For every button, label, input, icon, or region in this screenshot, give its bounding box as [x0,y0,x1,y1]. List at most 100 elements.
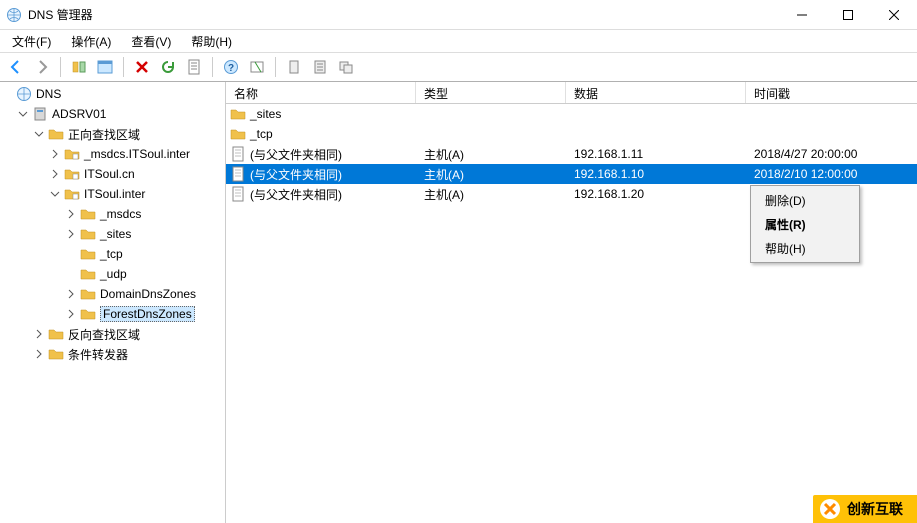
menu-view[interactable]: 查看(V) [123,31,179,52]
tool-button-4[interactable] [334,55,358,79]
svg-text:?: ? [228,63,234,74]
folder-icon [80,226,96,242]
folder-icon [48,346,64,362]
tree-server[interactable]: ADSRV01 [0,104,225,124]
cell-name: (与父文件夹相同) [226,166,416,183]
cell-name-text: (与父文件夹相同) [250,166,342,183]
tree-reverse-zone[interactable]: 反向查找区域 [0,324,225,344]
folder-icon [64,166,80,182]
column-name[interactable]: 名称 [226,82,416,103]
menu-action[interactable]: 操作(A) [63,31,119,52]
expander-closed-icon[interactable] [64,307,78,321]
tree-label: _udp [100,267,127,281]
tree-forward-zone[interactable]: 正向查找区域 [0,124,225,144]
window-title: DNS 管理器 [28,6,779,23]
cell-name-text: (与父文件夹相同) [250,186,342,203]
tree-label: ADSRV01 [52,107,106,121]
cell-name: _sites [226,106,416,122]
list-row[interactable]: (与父文件夹相同)主机(A)192.168.1.112018/4/27 20:0… [226,144,917,164]
menu-help[interactable]: 帮助(H) [183,31,240,52]
expander-closed-icon[interactable] [32,347,46,361]
list-header: 名称 类型 数据 时间戳 [226,82,917,104]
expander-closed-icon[interactable] [48,167,62,181]
cell-data: 192.168.1.10 [566,167,746,181]
server-icon [32,106,48,122]
folder-icon [230,126,246,142]
column-data[interactable]: 数据 [566,82,746,103]
maximize-button[interactable] [825,0,871,30]
folder-icon [80,266,96,282]
expander-open-icon[interactable] [16,107,30,121]
cell-name: _tcp [226,126,416,142]
folder-icon [80,286,96,302]
back-button[interactable] [4,55,28,79]
expander-closed-icon[interactable] [64,207,78,221]
folder-icon [230,106,246,122]
tree-conditional-forwarders[interactable]: 条件转发器 [0,344,225,364]
tree-subfolder-selected[interactable]: ForestDnsZones [0,304,225,324]
show-hide-button[interactable] [67,55,91,79]
tool-button-2[interactable] [282,55,306,79]
expander-open-icon[interactable] [32,127,46,141]
properties-button[interactable] [182,55,206,79]
main-area: DNS ADSRV01 [0,82,917,523]
app-icon [6,7,22,23]
context-menu: 删除(D) 属性(R) 帮助(H) [750,185,860,263]
column-type[interactable]: 类型 [416,82,566,103]
tree-subfolder[interactable]: _udp [0,264,225,284]
tree-label: ForestDnsZones [100,306,195,322]
close-button[interactable] [871,0,917,30]
cell-data: 192.168.1.11 [566,147,746,161]
folder-icon [48,326,64,342]
cell-name-text: _sites [250,107,281,121]
context-help[interactable]: 帮助(H) [753,236,857,260]
list-row[interactable]: (与父文件夹相同)主机(A)192.168.1.102018/2/10 12:0… [226,164,917,184]
console-tree-button[interactable] [93,55,117,79]
toolbar-separator [275,57,276,77]
tree-label: 反向查找区域 [68,326,140,343]
cell-type: 主机(A) [416,186,566,203]
tree-subfolder[interactable]: _sites [0,224,225,244]
folder-icon [48,126,64,142]
context-properties[interactable]: 属性(R) [753,212,857,236]
folder-icon [80,206,96,222]
cell-timestamp: 2018/4/27 20:00:00 [746,147,917,161]
tree-zone-item[interactable]: ITSoul.cn [0,164,225,184]
tool-button-3[interactable] [308,55,332,79]
context-delete[interactable]: 删除(D) [753,188,857,212]
tree-label: 条件转发器 [68,346,128,363]
list-row[interactable]: _tcp [226,124,917,144]
tree-zone-item[interactable]: ITSoul.inter [0,184,225,204]
tree-subfolder[interactable]: _tcp [0,244,225,264]
expander-open-icon[interactable] [48,187,62,201]
dns-icon [16,86,32,102]
file-icon [230,146,246,162]
tree-pane[interactable]: DNS ADSRV01 [0,82,226,523]
titlebar: DNS 管理器 [0,0,917,30]
expander-closed-icon[interactable] [48,147,62,161]
column-timestamp[interactable]: 时间戳 [746,82,917,103]
expander-closed-icon[interactable] [64,227,78,241]
tool-button-1[interactable] [245,55,269,79]
tree-subfolder[interactable]: DomainDnsZones [0,284,225,304]
tree-label: DNS [36,87,61,101]
refresh-button[interactable] [156,55,180,79]
tree-root-dns[interactable]: DNS [0,84,225,104]
list-pane: 名称 类型 数据 时间戳 _sites_tcp(与父文件夹相同)主机(A)192… [226,82,917,523]
tree-label: DomainDnsZones [100,287,196,301]
tree-zone-item[interactable]: _msdcs.ITSoul.inter [0,144,225,164]
forward-button[interactable] [30,55,54,79]
cell-name: (与父文件夹相同) [226,146,416,163]
tree-subfolder[interactable]: _msdcs [0,204,225,224]
list-row[interactable]: _sites [226,104,917,124]
cell-timestamp: 2018/2/10 12:00:00 [746,167,917,181]
toolbar: ? [0,52,917,82]
watermark: 创新互联 [813,495,917,523]
menu-file[interactable]: 文件(F) [4,31,59,52]
help-button[interactable]: ? [219,55,243,79]
minimize-button[interactable] [779,0,825,30]
delete-button[interactable] [130,55,154,79]
list-body[interactable]: _sites_tcp(与父文件夹相同)主机(A)192.168.1.112018… [226,104,917,523]
expander-closed-icon[interactable] [64,287,78,301]
expander-closed-icon[interactable] [32,327,46,341]
